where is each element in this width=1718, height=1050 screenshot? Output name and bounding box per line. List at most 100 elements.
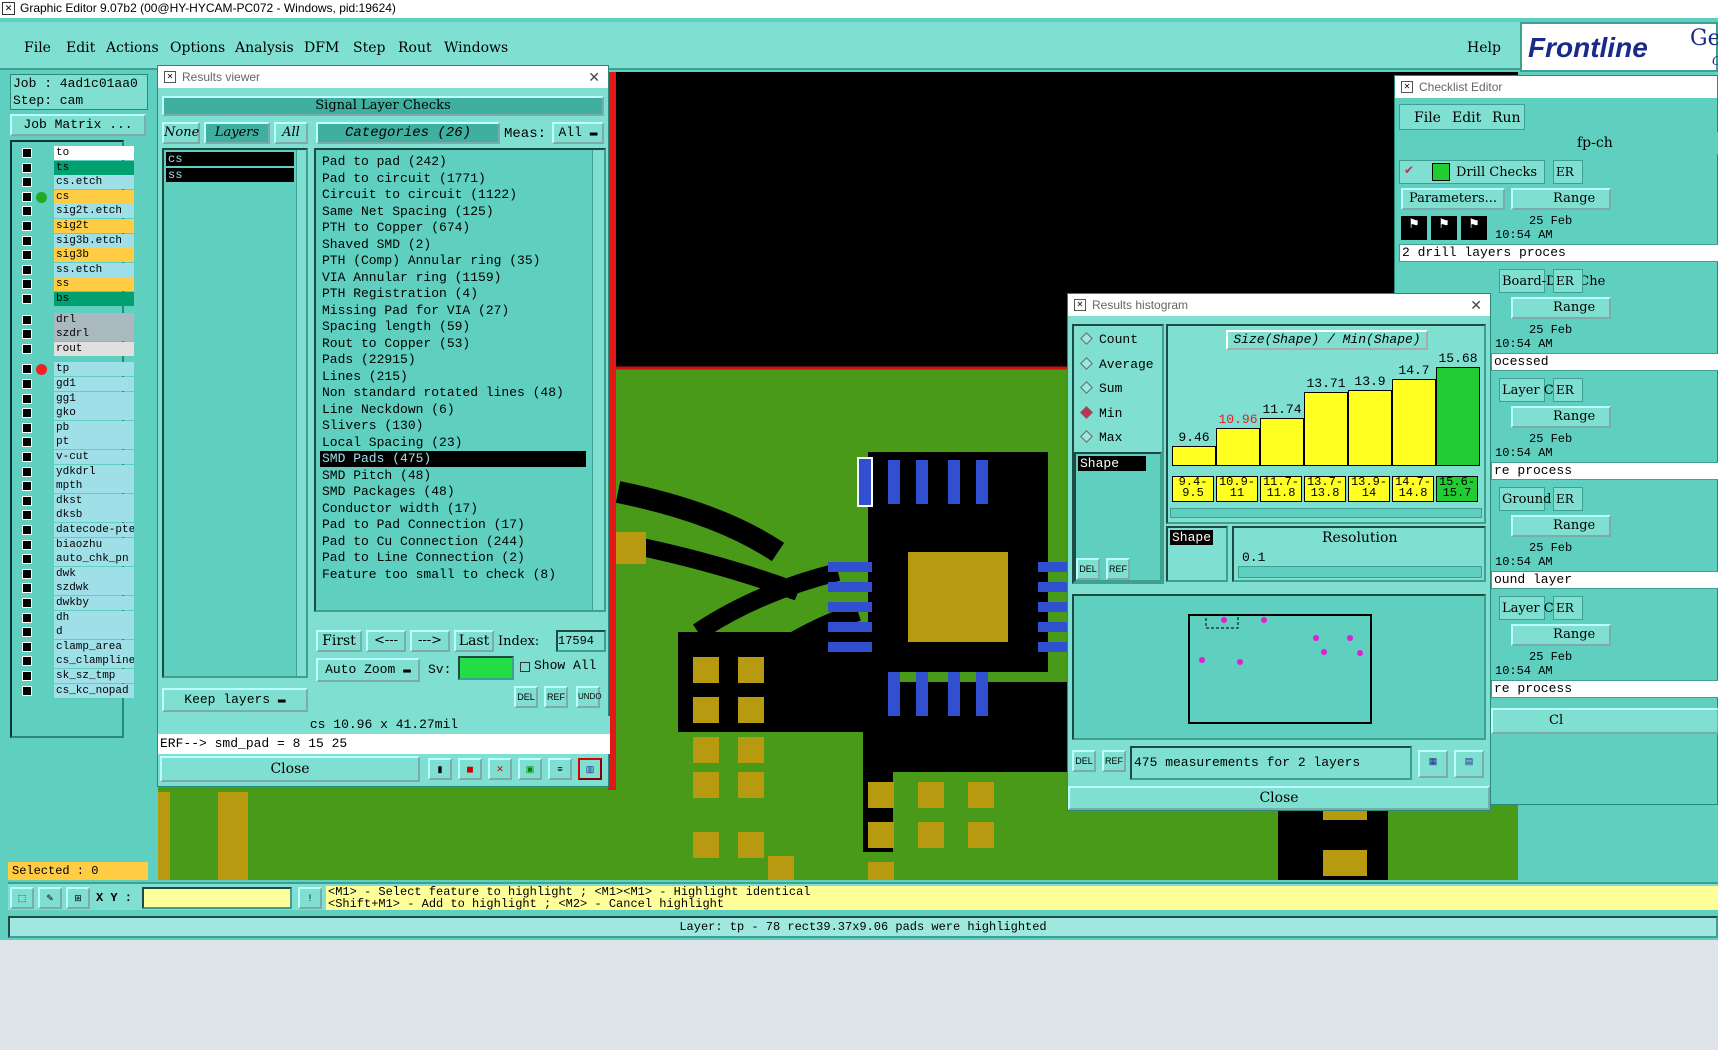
layer-select-list[interactable]: cs ss xyxy=(162,148,308,678)
histogram-close-button[interactable]: Close xyxy=(1068,786,1490,810)
next-button[interactable]: ---> xyxy=(410,630,450,652)
menu-rout[interactable]: Rout xyxy=(398,40,432,56)
category-item[interactable]: Circuit to circuit (1122) xyxy=(322,187,517,203)
layer-row[interactable]: szdwk xyxy=(16,581,134,596)
layer-row[interactable]: gko xyxy=(16,406,134,421)
menu-analysis[interactable]: Analysis xyxy=(235,40,294,56)
parameters-button[interactable]: Parameters... xyxy=(1401,188,1505,210)
layer-row[interactable]: dksb xyxy=(16,508,134,523)
layer-checkbox[interactable] xyxy=(22,250,32,261)
category-item[interactable]: Pad to pad (242) xyxy=(322,154,447,170)
menu-help[interactable]: Help xyxy=(1467,40,1501,56)
layer-row[interactable]: mpth xyxy=(16,479,134,494)
menu-actions[interactable]: Actions xyxy=(106,40,159,56)
layers-button[interactable]: Layers xyxy=(204,122,270,144)
category-item[interactable]: VIA Annular ring (1159) xyxy=(322,270,501,286)
category-item[interactable]: PTH Registration (4) xyxy=(322,286,478,302)
categories-header[interactable]: Categories (26) xyxy=(316,122,500,144)
category-item[interactable]: Shaved SMD (2) xyxy=(322,237,431,253)
scatter-del-button[interactable]: DEL xyxy=(1072,750,1096,772)
layer-row[interactable]: auto_chk_pn xyxy=(16,552,134,567)
checklist-close-button[interactable]: Cl xyxy=(1491,708,1718,734)
checklist-item-header[interactable]: Ground C xyxy=(1499,487,1566,511)
filter-icon[interactable]: ✕ xyxy=(488,758,512,780)
category-item[interactable]: Missing Pad for VIA (27) xyxy=(322,303,509,319)
menu-step[interactable]: Step xyxy=(353,40,385,56)
categories-list[interactable]: Pad to pad (242) Pad to circuit (1771) Cir… xyxy=(314,148,606,612)
category-item[interactable]: Spacing length (59) xyxy=(322,319,470,335)
layer-row[interactable]: sig2t.etch xyxy=(16,204,134,219)
checklist-item-header[interactable]: Board-Drill Che xyxy=(1499,269,1605,293)
category-item[interactable]: SMD Pads (475) xyxy=(320,451,586,467)
del-button[interactable]: DEL xyxy=(514,686,538,708)
all-button[interactable]: All xyxy=(274,122,308,144)
histogram-bar[interactable] xyxy=(1392,379,1436,466)
category-item[interactable]: Slivers (130) xyxy=(322,418,423,434)
mode-sum[interactable]: Sum xyxy=(1080,381,1122,396)
layer-checkbox[interactable] xyxy=(22,379,32,389)
xy-input[interactable] xyxy=(142,887,292,909)
layer-checkbox[interactable] xyxy=(22,422,32,433)
meas-select[interactable]: All ▬ xyxy=(552,122,604,144)
category-item[interactable]: Line Neckdown (6) xyxy=(322,402,455,418)
histogram-del-button[interactable]: DEL xyxy=(1076,558,1100,580)
scatter-ref-button[interactable]: REF xyxy=(1102,750,1126,772)
checklist-menu-file[interactable]: File xyxy=(1414,110,1441,126)
checklist-menu-run[interactable]: Run xyxy=(1492,110,1521,126)
close-icon[interactable]: ✕ xyxy=(588,66,600,88)
chart-scrollbar[interactable] xyxy=(1170,508,1482,518)
layer-row[interactable]: dkst xyxy=(16,493,134,508)
run-icon[interactable]: ⚑ xyxy=(1401,216,1427,240)
layer-row[interactable]: clamp_area xyxy=(16,639,134,654)
layer-checkbox[interactable] xyxy=(22,279,32,290)
report-icon[interactable]: ▮ xyxy=(428,758,452,780)
layer-row[interactable]: to xyxy=(16,146,134,160)
layer-checkbox[interactable] xyxy=(22,329,32,340)
shape-select-item[interactable]: Shape xyxy=(1170,530,1214,545)
category-item[interactable]: SMD Pitch (48) xyxy=(322,468,431,484)
checklist-item-header[interactable]: Layer Ch xyxy=(1499,596,1562,620)
layer-checkbox[interactable] xyxy=(22,685,32,696)
range-button[interactable]: Range xyxy=(1511,188,1611,210)
category-item[interactable]: Pad to circuit (1771) xyxy=(322,171,486,187)
histogram-bar[interactable] xyxy=(1304,392,1348,466)
layer-list-item[interactable]: cs xyxy=(166,152,294,166)
layer-row[interactable]: dwkby xyxy=(16,596,134,610)
layer-row[interactable]: cs_clampline xyxy=(16,654,134,669)
layer-row[interactable]: cs_kc_nopad xyxy=(16,683,134,698)
layer-list-scrollbar[interactable] xyxy=(296,150,306,676)
layer-checkbox[interactable] xyxy=(22,671,32,681)
layer-row[interactable]: ss.etch xyxy=(16,262,134,277)
checklist-menu-edit[interactable]: Edit xyxy=(1452,110,1481,126)
layer-row[interactable]: cs.etch xyxy=(16,175,134,190)
layer-checkbox[interactable] xyxy=(22,437,32,448)
auto-zoom-select[interactable]: Auto Zoom ▬ xyxy=(316,658,420,682)
category-item[interactable]: Lines (215) xyxy=(322,369,408,385)
list-icon[interactable]: ≡ xyxy=(548,758,572,780)
er-button[interactable]: ER xyxy=(1553,487,1583,511)
job-matrix-button[interactable]: Job Matrix ... xyxy=(10,114,146,136)
layer-row[interactable]: gg1 xyxy=(16,391,134,406)
menu-dfm[interactable]: DFM xyxy=(304,40,339,56)
category-item[interactable]: Local Spacing (23) xyxy=(322,435,462,451)
layer-row[interactable]: sig2t xyxy=(16,219,134,233)
range-button[interactable]: Range xyxy=(1511,297,1611,319)
layer-checkbox[interactable] xyxy=(22,583,32,594)
layer-row[interactable]: rout xyxy=(16,341,134,356)
category-item[interactable]: PTH to Copper (674) xyxy=(322,220,470,236)
layer-checkbox[interactable] xyxy=(22,264,32,275)
layer-checkbox[interactable] xyxy=(22,612,32,623)
layer-checkbox[interactable] xyxy=(22,177,32,188)
layer-checkbox[interactable] xyxy=(22,393,32,404)
layer-checkbox[interactable] xyxy=(22,598,32,608)
layer-checkbox[interactable] xyxy=(22,656,32,667)
layer-row[interactable]: dwk xyxy=(16,566,134,581)
chart-print-icon[interactable]: ▤ xyxy=(1454,750,1484,778)
layer-checkbox[interactable] xyxy=(22,364,32,375)
menu-file[interactable]: File xyxy=(24,40,51,56)
shape-select[interactable]: Shape xyxy=(1166,526,1228,582)
keep-layers-select[interactable]: Keep layers ▬ xyxy=(162,688,308,712)
category-item[interactable]: SMD Packages (48) xyxy=(322,484,455,500)
category-item[interactable]: Feature too small to check (8) xyxy=(322,567,556,583)
mode-average[interactable]: Average xyxy=(1080,357,1154,372)
